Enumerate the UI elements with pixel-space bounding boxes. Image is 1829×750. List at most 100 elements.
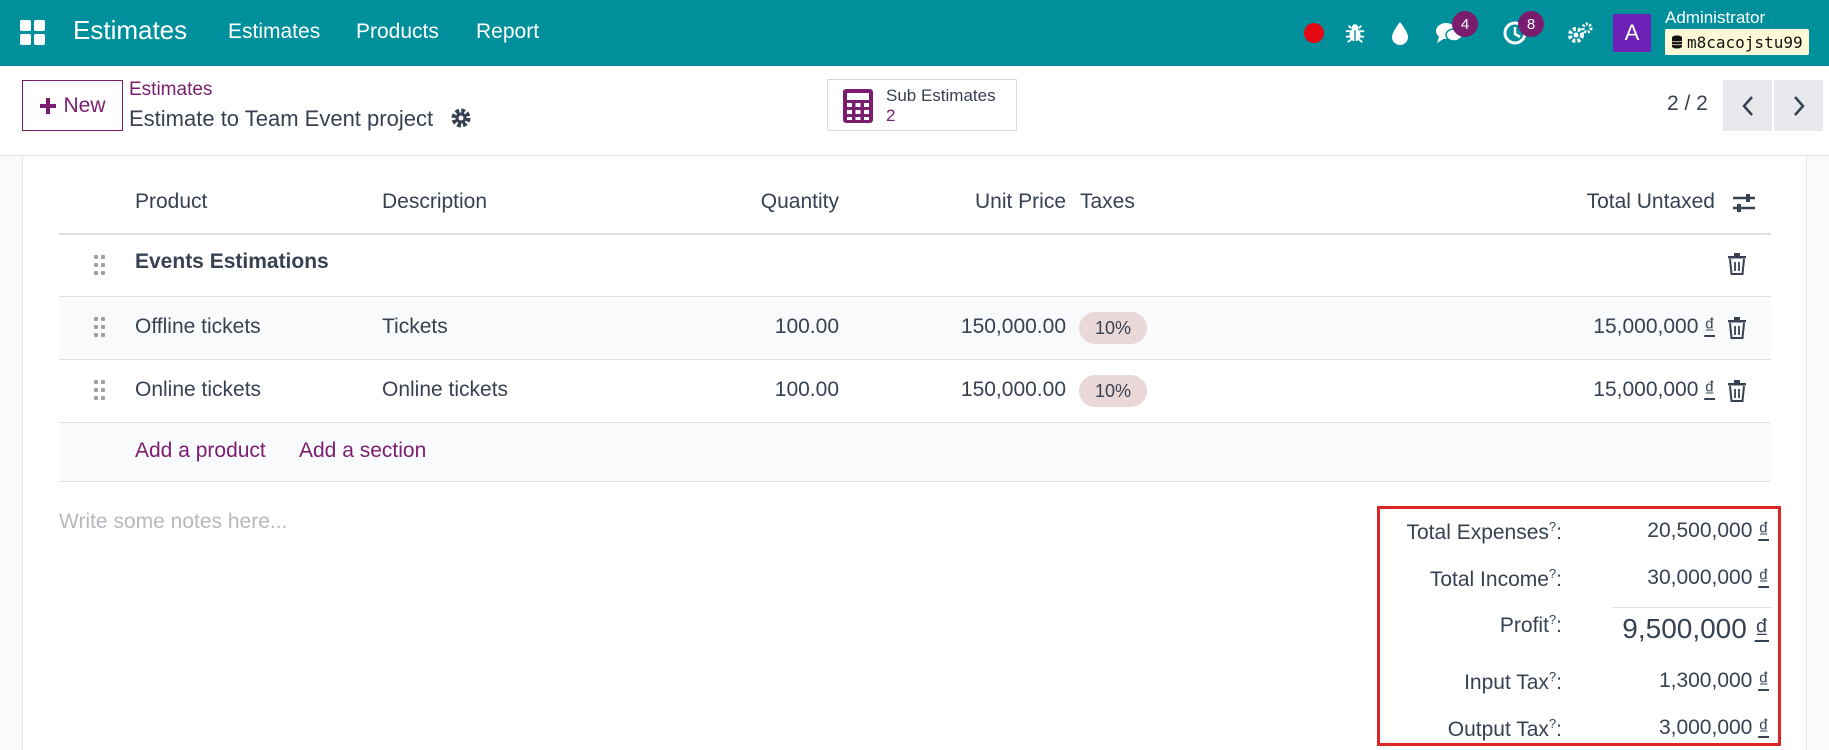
database-name: m8cacojstu99	[1687, 32, 1803, 52]
new-button-label: New	[63, 93, 106, 117]
header-description[interactable]: Description	[382, 190, 487, 214]
messages-count-badge: 4	[1452, 11, 1478, 37]
row-total-value: 15,000,000	[1593, 315, 1699, 338]
sub-estimates-button[interactable]: Sub Estimates 2	[827, 79, 1017, 131]
section-name[interactable]: Events Estimations	[135, 250, 329, 274]
row-unit-price[interactable]: 150,000.00	[961, 378, 1066, 402]
activities-clock-icon[interactable]: 8	[1500, 11, 1544, 48]
output-tax-amount: 3,000,000	[1658, 716, 1753, 739]
input-tax-value: 1,300,000 ₫	[1659, 669, 1769, 693]
debug-bug-icon[interactable]	[1340, 18, 1370, 48]
total-expenses-label: Total Expenses?:	[1406, 519, 1563, 544]
chevron-left-icon	[1741, 95, 1753, 116]
total-income-value: 30,000,000 ₫	[1647, 566, 1769, 590]
plus-icon	[40, 97, 57, 114]
currency-symbol: ₫	[1758, 716, 1769, 739]
header-total-untaxed[interactable]: Total Untaxed	[1587, 190, 1715, 214]
help-mark[interactable]: ?	[1549, 669, 1556, 684]
header-quantity[interactable]: Quantity	[761, 190, 839, 214]
theme-drop-icon[interactable]	[1385, 18, 1415, 48]
input-tax-text: Input Tax	[1464, 671, 1549, 694]
app-name: Estimates	[73, 15, 188, 45]
help-mark[interactable]: ?	[1549, 716, 1556, 731]
apps-menu-icon[interactable]	[20, 20, 46, 46]
trash-icon[interactable]	[1727, 317, 1747, 339]
sub-estimates-count: 2	[886, 106, 896, 125]
breadcrumb-estimates[interactable]: Estimates	[129, 79, 212, 101]
section-row[interactable]: Events Estimations	[59, 235, 1771, 297]
top-navbar: Estimates Estimates Products Report 4 8 …	[0, 0, 1829, 66]
trash-icon[interactable]	[1727, 380, 1747, 402]
help-mark[interactable]: ?	[1549, 519, 1556, 534]
row-description[interactable]: Tickets	[382, 315, 448, 339]
database-name-box: m8cacojstu99	[1665, 29, 1809, 55]
total-income-amount: 30,000,000	[1647, 566, 1753, 589]
currency-symbol: ₫	[1704, 378, 1715, 401]
menu-report[interactable]: Report	[476, 20, 539, 44]
gear-icon[interactable]	[449, 106, 473, 130]
settings-gears-icon[interactable]	[1565, 18, 1595, 48]
total-income-label: Total Income?:	[1429, 566, 1562, 591]
profit-label: Profit?:	[1499, 612, 1562, 637]
new-button[interactable]: New	[22, 80, 123, 131]
pager-next-button[interactable]	[1774, 80, 1823, 131]
row-product[interactable]: Online tickets	[135, 378, 261, 402]
profit-value: 9,500,000 ₫	[1622, 613, 1769, 645]
currency-symbol: ₫	[1758, 566, 1769, 589]
header-taxes[interactable]: Taxes	[1080, 190, 1135, 214]
currency-symbol: ₫	[1758, 519, 1769, 542]
output-tax-label: Output Tax?:	[1447, 716, 1562, 741]
profit-amount: 9,500,000	[1622, 613, 1747, 644]
profit-text: Profit	[1499, 614, 1549, 637]
table-row[interactable]: Online tickets Online tickets 100.00 150…	[59, 360, 1771, 423]
row-product[interactable]: Offline tickets	[135, 315, 261, 339]
output-tax-value: 3,000,000 ₫	[1659, 716, 1769, 740]
calculator-icon	[843, 89, 873, 123]
total-expenses-text: Total Expenses	[1406, 521, 1549, 544]
row-unit-price[interactable]: 150,000.00	[961, 315, 1066, 339]
help-mark[interactable]: ?	[1549, 566, 1556, 581]
recording-icon[interactable]	[1299, 18, 1329, 48]
header-product[interactable]: Product	[135, 190, 207, 214]
record-title: Estimate to Team Event project	[129, 106, 434, 131]
row-total: 15,000,000 ₫	[1593, 378, 1715, 402]
sub-estimates-label: Sub Estimates	[886, 86, 996, 105]
total-expenses-value: 20,500,000 ₫	[1647, 519, 1769, 543]
table-row[interactable]: Offline tickets Tickets 100.00 150,000.0…	[59, 297, 1771, 360]
row-total-value: 15,000,000	[1593, 378, 1699, 401]
row-quantity[interactable]: 100.00	[775, 378, 839, 402]
input-tax-amount: 1,300,000	[1658, 669, 1753, 692]
database-icon	[1671, 35, 1683, 49]
profit-divider	[1612, 607, 1772, 608]
currency-symbol: ₫	[1758, 669, 1769, 692]
total-expenses-amount: 20,500,000	[1647, 519, 1753, 542]
notes-field[interactable]: Write some notes here...	[59, 510, 287, 534]
add-product-link[interactable]: Add a product	[135, 439, 266, 463]
control-panel: New Estimates Estimate to Team Event pro…	[0, 66, 1829, 156]
help-mark[interactable]: ?	[1549, 612, 1556, 627]
pager-value[interactable]: 2 / 2	[1667, 92, 1708, 116]
add-section-link[interactable]: Add a section	[299, 439, 426, 463]
input-tax-label: Input Tax?:	[1464, 669, 1562, 694]
pager-previous-button[interactable]	[1723, 80, 1772, 131]
drag-handle-icon[interactable]	[94, 255, 106, 277]
user-name[interactable]: Administrator	[1665, 8, 1765, 28]
optional-columns-icon[interactable]	[1732, 192, 1756, 214]
menu-estimates[interactable]: Estimates	[228, 20, 320, 44]
menu-products[interactable]: Products	[356, 20, 439, 44]
header-unit-price[interactable]: Unit Price	[975, 190, 1066, 214]
row-quantity[interactable]: 100.00	[775, 315, 839, 339]
trash-icon[interactable]	[1727, 253, 1747, 275]
row-total: 15,000,000 ₫	[1593, 315, 1715, 339]
currency-symbol: ₫	[1704, 315, 1715, 338]
add-line-row: Add a product Add a section	[59, 423, 1771, 482]
output-tax-text: Output Tax	[1447, 718, 1549, 741]
currency-symbol: ₫	[1754, 613, 1769, 644]
user-avatar[interactable]: A	[1613, 14, 1651, 52]
tax-tag[interactable]: 10%	[1079, 375, 1148, 407]
drag-handle-icon[interactable]	[94, 380, 106, 402]
row-description[interactable]: Online tickets	[382, 378, 508, 402]
messages-icon[interactable]: 4	[1434, 11, 1478, 48]
drag-handle-icon[interactable]	[94, 317, 106, 339]
tax-tag[interactable]: 10%	[1079, 312, 1148, 344]
